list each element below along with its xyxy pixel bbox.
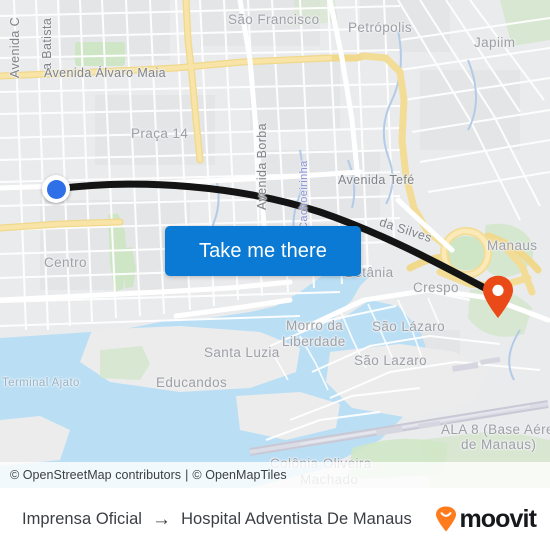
moovit-route-preview: Avenida Ca Batista São Francisco Petrópoli… — [0, 0, 550, 550]
route-destination-label: Hospital Adventista De Manaus — [181, 509, 412, 528]
openmaptiles-attribution-link[interactable]: © OpenMapTiles — [192, 468, 286, 482]
arrow-right-icon: → — [152, 508, 172, 530]
attribution-separator: | — [185, 468, 189, 482]
moovit-pin-icon — [436, 506, 457, 532]
moovit-logo[interactable]: moovit — [435, 504, 537, 533]
moovit-wordmark: moovit — [459, 504, 536, 533]
origin-marker-dot — [46, 179, 66, 199]
route-origin-label: Imprensa Oficial — [22, 509, 143, 528]
map-canvas[interactable]: Avenida Ca Batista São Francisco Petrópoli… — [0, 0, 550, 488]
route-summary: Imprensa Oficial → Hospital Adventista D… — [22, 510, 435, 529]
origin-marker[interactable] — [42, 175, 70, 203]
map-attribution: © OpenStreetMap contributors | © OpenMap… — [0, 462, 550, 488]
take-me-there-button[interactable]: Take me there — [165, 226, 361, 276]
map-pin-icon — [483, 275, 513, 318]
destination-marker[interactable] — [481, 275, 515, 319]
osm-attribution-link[interactable]: © OpenStreetMap contributors — [10, 468, 181, 482]
route-footer: Imprensa Oficial → Hospital Adventista D… — [0, 488, 550, 550]
